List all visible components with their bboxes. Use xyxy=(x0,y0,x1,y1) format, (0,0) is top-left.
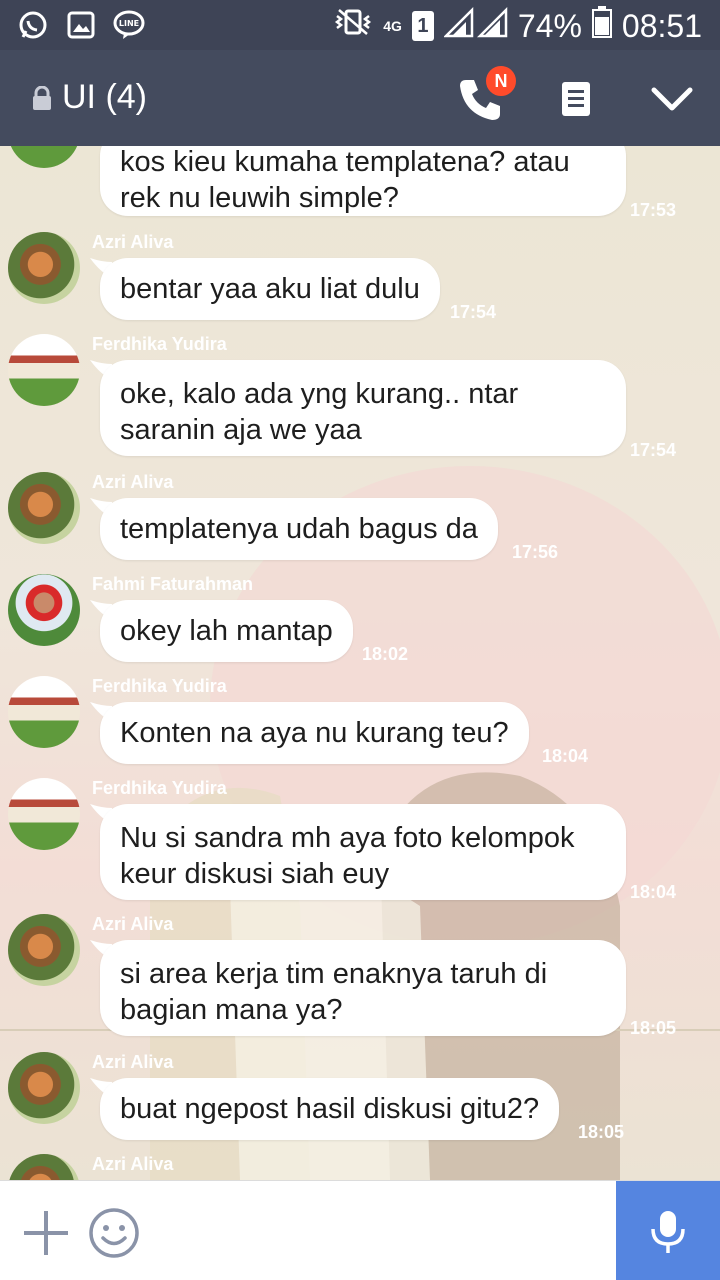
message-bubble[interactable]: bentar yaa aku liat dulu xyxy=(100,258,440,320)
message-time: 17:54 xyxy=(450,302,497,322)
sender-name: Azri Aliva xyxy=(92,472,174,492)
message-bubble[interactable]: Konten na aya nu kurang teu? xyxy=(100,702,529,764)
sim-icon: 1 xyxy=(411,11,434,41)
message-time: 17:56 xyxy=(512,542,559,562)
message-bubble[interactable]: si area kerja tim enaknya taruh di bagia… xyxy=(100,940,626,1036)
message-time: 18:04 xyxy=(630,882,677,902)
signal-icon xyxy=(442,6,508,46)
sender-name: Azri Aliva xyxy=(92,1154,174,1174)
clock: 08:51 xyxy=(621,7,702,44)
sender-name: Ferdhika Yudira xyxy=(92,778,227,798)
notes-icon xyxy=(562,82,590,116)
sender-name: Azri Aliva xyxy=(92,914,174,934)
chat-messages[interactable]: kos kieu kumaha templatena? atau rek nu … xyxy=(0,146,720,1180)
avatar[interactable] xyxy=(8,334,80,406)
message-time: 18:04 xyxy=(542,746,589,766)
sender-name: Ferdhika Yudira xyxy=(92,334,227,354)
message-bubble[interactable]: Nu si sandra mh aya foto kelompok keur d… xyxy=(100,804,626,900)
network-type: 4G xyxy=(383,18,402,34)
microphone-icon xyxy=(651,1211,685,1253)
line-icon: LINE xyxy=(112,8,146,42)
emoji-icon xyxy=(89,1208,139,1258)
gallery-icon xyxy=(64,8,98,42)
battery-icon xyxy=(591,6,612,46)
call-badge: N xyxy=(484,64,518,98)
avatar[interactable] xyxy=(8,472,80,544)
header-menu-button[interactable] xyxy=(648,80,696,118)
add-attachment-button[interactable] xyxy=(22,1209,70,1257)
svg-text:LINE: LINE xyxy=(119,19,139,28)
message-bubble[interactable]: templatenya udah bagus da xyxy=(100,498,498,560)
message-bubble[interactable]: kos kieu kumaha templatena? atau rek nu … xyxy=(100,146,626,216)
message-time: 18:02 xyxy=(362,644,409,664)
message-time: 18:05 xyxy=(630,1018,677,1038)
chevron-down-icon xyxy=(651,87,693,111)
message-input-bar xyxy=(0,1180,720,1280)
avatar[interactable] xyxy=(8,914,80,986)
sender-name: Ferdhika Yudira xyxy=(92,676,227,696)
message-time: 17:53 xyxy=(630,200,677,220)
emoji-button[interactable] xyxy=(88,1207,140,1259)
avatar[interactable] xyxy=(8,778,80,850)
status-bar: LINE 4G 1 74% 08:51 xyxy=(0,0,720,50)
voice-message-button[interactable] xyxy=(616,1181,720,1280)
plus-icon xyxy=(24,1211,68,1255)
lock-icon xyxy=(32,85,52,110)
whatsapp-icon xyxy=(16,8,50,42)
message-time: 18:05 xyxy=(578,1122,625,1142)
notes-button[interactable] xyxy=(560,80,592,118)
sender-name: Azri Aliva xyxy=(92,1052,174,1072)
avatar[interactable] xyxy=(8,574,80,646)
sender-name: Azri Aliva xyxy=(92,232,174,252)
chat-title[interactable]: UI (4) xyxy=(62,78,147,117)
avatar[interactable] xyxy=(8,232,80,304)
status-notifications: LINE xyxy=(16,8,146,42)
status-system: 4G 1 74% 08:51 xyxy=(333,6,702,46)
sender-name: Fahmi Faturahman xyxy=(92,574,254,594)
chat-header: UI (4) N xyxy=(0,50,720,146)
avatar[interactable] xyxy=(8,1052,80,1124)
message-bubble[interactable]: okey lah mantap xyxy=(100,600,353,662)
message-bubble[interactable]: buat ngepost hasil diskusi gitu2? xyxy=(100,1078,560,1140)
avatar[interactable] xyxy=(8,676,80,748)
battery-level: 74% xyxy=(517,7,582,44)
message-bubble[interactable]: oke, kalo ada yng kurang.. ntar saranin … xyxy=(100,360,626,456)
vibrate-icon xyxy=(333,6,373,46)
message-time: 17:54 xyxy=(630,440,677,460)
